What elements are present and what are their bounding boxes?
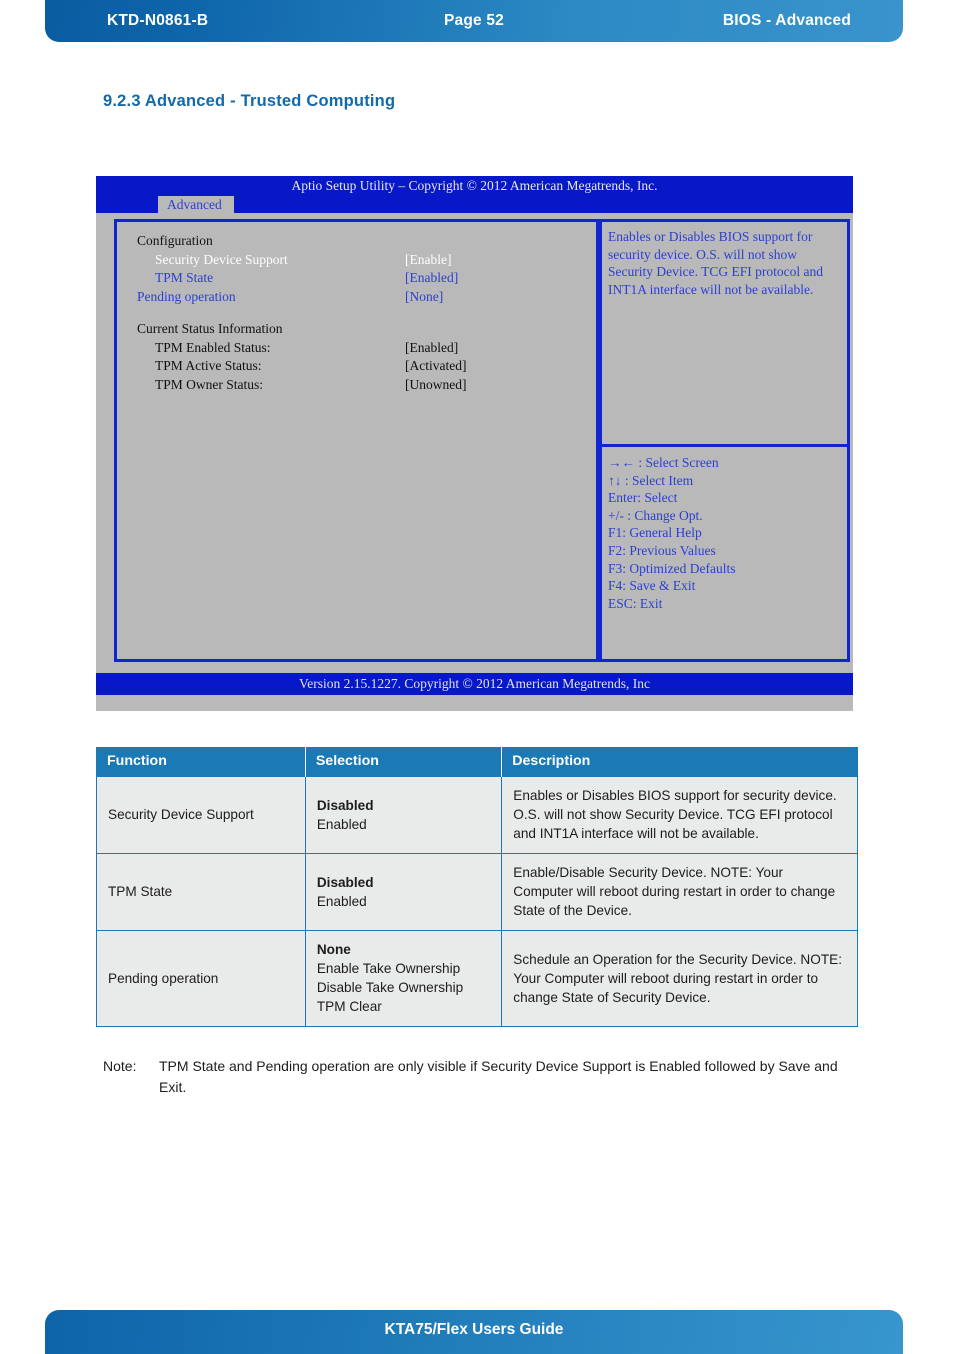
selection-option: Enable Take Ownership (316, 961, 461, 976)
key-f1-general-help: F1: General Help (608, 525, 702, 541)
bios-menu-bar: Advanced (96, 196, 853, 213)
column-header-selection: Selection (304, 747, 503, 777)
key-f2-previous-values: F2: Previous Values (608, 542, 716, 558)
note-text: TPM State and Pending operation are only… (159, 1058, 838, 1095)
key-esc-exit: ESC: Exit (608, 595, 663, 611)
key-f3-optimized-defaults: F3: Optimized Defaults (608, 560, 736, 576)
bios-status-value: [Unowned] (405, 376, 467, 392)
page-header-bar: KTD-N0861-B Page 52 BIOS - Advanced (45, 0, 903, 42)
bios-body: Configuration Security Device Support [E… (96, 213, 853, 673)
key-f4-save-exit: F4: Save & Exit (608, 578, 696, 594)
selection-option: TPM Clear (316, 999, 382, 1014)
key-change-opt: +/- : Change Opt. (608, 507, 703, 523)
cell-function: Pending operation (96, 930, 306, 1027)
bios-version-footer: Version 2.15.1227. Copyright © 2012 Amer… (96, 673, 853, 695)
key-select-screen: →← : Select Screen (608, 455, 719, 470)
bios-option-tpm-state[interactable]: TPM State [Enabled] (137, 269, 587, 288)
bios-right-pane: Enables or Disables BIOS support for sec… (599, 219, 850, 662)
bios-status-tpm-enabled: TPM Enabled Status: [Enabled] (137, 339, 587, 358)
key-enter-select: Enter: Select (608, 490, 678, 506)
selection-default: None (316, 942, 351, 957)
bios-settings-pane: Configuration Security Device Support [E… (114, 219, 599, 662)
bios-setup-screenshot: Aptio Setup Utility – Copyright © 2012 A… (96, 176, 853, 711)
page-title: 9.2.3 Advanced - Trusted Computing (103, 92, 396, 110)
selection-option: Enabled (316, 893, 367, 909)
bios-tab-advanced[interactable]: Advanced (158, 196, 234, 213)
bios-option-value: [Enable] (405, 251, 452, 267)
cell-selection: None Enable Take Ownership Disable Take … (304, 930, 503, 1027)
cell-description: Enables or Disables BIOS support for sec… (501, 776, 858, 854)
column-header-description: Description (501, 747, 858, 777)
table-header-row: Function Selection Description (96, 747, 858, 777)
bios-option-pending-operation[interactable]: Pending operation [None] (137, 288, 587, 307)
bios-key-legend: →← : Select Screen ↑↓ : Select Item Ente… (599, 447, 850, 662)
settings-reference-table: Function Selection Description Security … (96, 747, 858, 1027)
bios-status-value: [Activated] (405, 358, 467, 373)
bios-help-text: Enables or Disables BIOS support for sec… (599, 219, 850, 447)
bios-option-label: Pending operation (137, 288, 236, 304)
note-block: Note: TPM State and Pending operation ar… (103, 1056, 863, 1098)
bios-status-tpm-owner: TPM Owner Status: [Unowned] (137, 376, 587, 395)
bios-configuration-heading: Configuration (137, 233, 213, 248)
cell-function: TPM State (96, 853, 306, 931)
bios-option-label: Security Device Support (155, 251, 288, 267)
cell-function: Security Device Support (96, 776, 306, 854)
table-row: Pending operation None Enable Take Owner… (96, 930, 858, 1027)
bios-status-label: TPM Enabled Status: (155, 339, 271, 355)
cell-selection: Disabled Enabled (304, 776, 503, 854)
bios-option-label: TPM State (155, 270, 214, 285)
table-row: TPM State Disabled Enabled Enable/Disabl… (96, 853, 858, 931)
header-section-title: BIOS - Advanced (722, 12, 851, 29)
selection-option: Enabled (316, 816, 367, 832)
selection-default: Disabled (316, 797, 374, 813)
bios-option-security-device-support[interactable]: Security Device Support [Enable] (137, 251, 587, 270)
bios-status-label: TPM Active Status: (155, 358, 262, 373)
note-label: Note: (103, 1058, 137, 1074)
cell-selection: Disabled Enabled (304, 853, 503, 931)
cell-description: Schedule an Operation for the Security D… (501, 930, 858, 1027)
table-row: Security Device Support Disabled Enabled… (96, 776, 858, 854)
bios-option-value: [Enabled] (405, 270, 459, 285)
bios-title-bar: Aptio Setup Utility – Copyright © 2012 A… (96, 176, 853, 196)
bios-status-value: [Enabled] (405, 339, 459, 355)
column-header-function: Function (96, 747, 306, 777)
selection-option: Disable Take Ownership (316, 980, 464, 995)
bios-configuration-block: Configuration Security Device Support [E… (137, 232, 587, 394)
bios-status-heading: Current Status Information (137, 321, 283, 336)
footer-title: KTA75/Flex Users Guide (384, 1321, 564, 1338)
page-footer-bar: KTA75/Flex Users Guide (45, 1310, 903, 1354)
key-select-item: ↑↓ : Select Item (608, 472, 694, 488)
bios-status-label: TPM Owner Status: (155, 376, 263, 392)
bios-status-tpm-active: TPM Active Status: [Activated] (137, 357, 587, 376)
bios-option-value: [None] (405, 288, 444, 304)
selection-default: Disabled (316, 874, 374, 890)
cell-description: Enable/Disable Security Device. NOTE: Yo… (501, 853, 858, 931)
